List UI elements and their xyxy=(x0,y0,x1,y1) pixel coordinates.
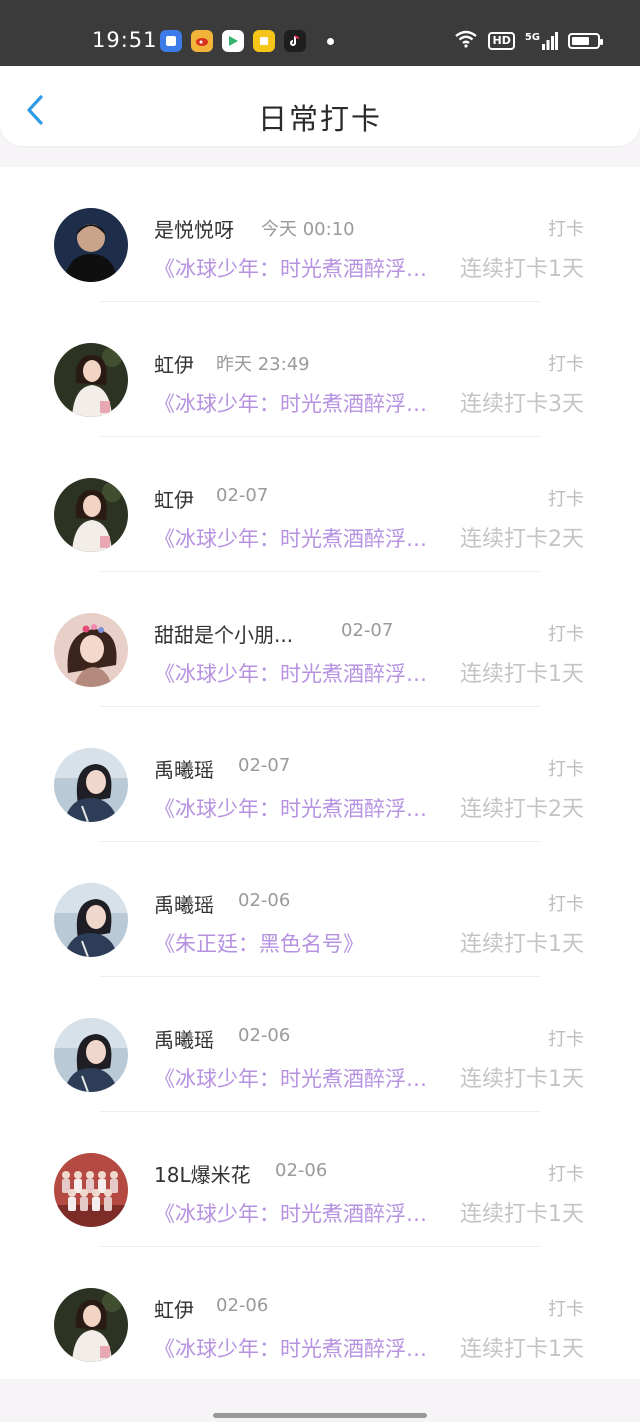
streak-label: 连续打卡1天 xyxy=(460,1337,584,1362)
checkin-tag: 打卡 xyxy=(548,219,584,240)
user-name[interactable]: 18L爆米花 xyxy=(154,1159,251,1188)
user-avatar[interactable] xyxy=(54,208,128,282)
user-avatar[interactable] xyxy=(54,883,128,957)
battery-icon xyxy=(568,33,603,49)
user-avatar[interactable] xyxy=(54,478,128,552)
topic-link[interactable]: 《冰球少年：时光煮酒醉浮生》 xyxy=(154,523,440,553)
checkin-tag: 打卡 xyxy=(548,1164,584,1185)
streak-label: 连续打卡1天 xyxy=(460,1067,584,1092)
page-title: 日常打卡 xyxy=(257,102,382,136)
topic-link[interactable]: 《冰球少年：时光煮酒醉浮生》 xyxy=(154,658,440,688)
battery-level xyxy=(572,37,589,45)
checkin-row[interactable]: 虹伊 02-07 打卡《冰球少年：时光煮酒醉浮生》 连续打卡2天 xyxy=(0,437,640,572)
topic-link[interactable]: 《朱正廷：黑色名号》 xyxy=(154,928,440,958)
post-time: 今天 00:10 xyxy=(261,219,355,240)
post-time: 02-06 xyxy=(275,1160,328,1181)
notification-icons xyxy=(160,30,334,52)
streak-label: 连续打卡2天 xyxy=(460,527,584,552)
checkin-tag: 打卡 xyxy=(548,894,584,915)
post-time: 02-06 xyxy=(238,890,291,911)
post-time: 02-07 xyxy=(216,485,269,506)
user-avatar[interactable] xyxy=(54,1018,128,1092)
user-avatar[interactable] xyxy=(54,748,128,822)
streak-label: 连续打卡1天 xyxy=(460,662,584,687)
checkin-row[interactable]: 禹曦瑶 02-07 打卡《冰球少年：时光煮酒醉浮生》 连续打卡2天 xyxy=(0,707,640,842)
user-name[interactable]: 甜甜是个小朋... xyxy=(154,619,293,648)
checkin-tag: 打卡 xyxy=(548,759,584,780)
topic-link[interactable]: 《冰球少年：时光煮酒醉浮生》 xyxy=(154,388,440,418)
network-type-label: 5G xyxy=(524,32,540,43)
checkin-row[interactable]: 18L爆米花 02-06 打卡《冰球少年：时光煮酒醉浮生》 连续打卡1天 xyxy=(0,1112,640,1247)
user-name[interactable]: 虹伊 xyxy=(154,1294,194,1323)
topic-link[interactable]: 《冰球少年：时光煮酒醉浮生》 xyxy=(154,1063,440,1093)
checkin-tag: 打卡 xyxy=(548,489,584,510)
video-app-icon xyxy=(222,30,244,52)
wifi-icon xyxy=(454,30,478,52)
topic-link[interactable]: 《冰球少年：时光煮酒醉浮生》 xyxy=(154,253,440,283)
streak-label: 连续打卡1天 xyxy=(460,932,584,957)
checkin-tag: 打卡 xyxy=(548,1299,584,1320)
checkin-row[interactable]: 虹伊 02-06 打卡《冰球少年：时光煮酒醉浮生》 连续打卡1天 xyxy=(0,1247,640,1379)
streak-label: 连续打卡1天 xyxy=(460,1202,584,1227)
messages-app-icon xyxy=(160,30,182,52)
topic-link[interactable]: 《冰球少年：时光煮酒醉浮生》 xyxy=(154,793,440,823)
tiktok-app-icon xyxy=(284,30,306,52)
streak-label: 连续打卡1天 xyxy=(460,257,584,282)
system-indicators: HD 5G xyxy=(454,30,603,52)
user-name[interactable]: 禹曦瑶 xyxy=(154,1024,214,1053)
checkin-list: 是悦悦呀 今天 00:10 打卡 《冰球少年：时光煮酒醉浮生》 连续打卡1天 虹伊 昨天 … xyxy=(0,167,640,1379)
signal-icon: 5G xyxy=(525,32,558,50)
checkin-row[interactable]: 禹曦瑶 02-06 打卡《朱正廷：黑色名号》 连续打卡1天 xyxy=(0,842,640,977)
weibo-app-icon xyxy=(191,30,213,52)
post-time: 02-06 xyxy=(238,1025,291,1046)
home-indicator[interactable] xyxy=(213,1413,427,1418)
user-avatar[interactable] xyxy=(54,1153,128,1227)
post-time: 02-06 xyxy=(216,1295,269,1316)
status-time: 19:51 xyxy=(92,28,158,52)
checkin-tag: 打卡 xyxy=(548,624,584,645)
checkin-row[interactable]: 是悦悦呀 今天 00:10 打卡《冰球少年：时光煮酒醉浮生》 连续打卡1天 xyxy=(0,167,640,302)
status-bar: 19:51 HD 5G xyxy=(0,0,640,66)
more-notifications-dot xyxy=(327,37,334,45)
post-time: 02-07 xyxy=(238,755,291,776)
hd-badge: HD xyxy=(488,32,515,50)
user-name[interactable]: 禹曦瑶 xyxy=(154,889,214,918)
user-name[interactable]: 禹曦瑶 xyxy=(154,754,214,783)
checkin-row[interactable]: 甜甜是个小朋... 02-07 打卡《冰球少年：时光煮酒醉浮生》 连续打卡1天 xyxy=(0,572,640,707)
user-avatar[interactable] xyxy=(54,613,128,687)
user-name[interactable]: 是悦悦呀 xyxy=(154,214,234,243)
checkin-row[interactable]: 虹伊 昨天 23:49 打卡《冰球少年：时光煮酒醉浮生》 连续打卡3天 xyxy=(0,302,640,437)
user-name[interactable]: 虹伊 xyxy=(154,349,194,378)
checkin-row[interactable]: 禹曦瑶 02-06 打卡《冰球少年：时光煮酒醉浮生》 连续打卡1天 xyxy=(0,977,640,1112)
checkin-tag: 打卡 xyxy=(548,354,584,375)
checkin-tag: 打卡 xyxy=(548,1029,584,1050)
topic-link[interactable]: 《冰球少年：时光煮酒醉浮生》 xyxy=(154,1333,440,1363)
user-avatar[interactable] xyxy=(54,343,128,417)
streak-label: 连续打卡2天 xyxy=(460,797,584,822)
app-header: 日常打卡 xyxy=(0,66,640,146)
streak-label: 连续打卡3天 xyxy=(460,392,584,417)
user-name[interactable]: 虹伊 xyxy=(154,484,194,513)
post-time: 昨天 23:49 xyxy=(216,354,310,375)
post-time: 02-07 xyxy=(341,620,394,641)
notes-app-icon xyxy=(253,30,275,52)
user-avatar[interactable] xyxy=(54,1288,128,1362)
topic-link[interactable]: 《冰球少年：时光煮酒醉浮生》 xyxy=(154,1198,440,1228)
